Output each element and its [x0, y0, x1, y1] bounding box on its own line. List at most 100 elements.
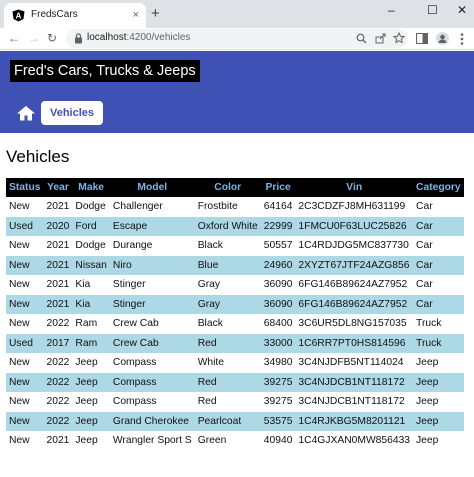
back-icon[interactable]: ← — [8, 31, 20, 45]
cell-make: Ford — [75, 220, 97, 232]
table-row: New 2021 Nissan Niro Blue 24960 2XYZT67JTF24AZ… — [6, 255, 464, 275]
close-window-icon[interactable]: ✕ — [457, 3, 467, 17]
column-header-year: Year — [47, 182, 69, 193]
browser-tab[interactable]: A FredsCars × — [4, 3, 146, 28]
cell-model: Crew Cab — [112, 318, 159, 330]
table-row: New 2022 Jeep Compass White 34980 3C4NJDFB5NT1… — [6, 353, 464, 373]
cell-status: New — [9, 298, 30, 310]
cell-make: Ram — [75, 337, 98, 349]
cell-vin: 1C4RDJDG5MC837730 — [298, 240, 409, 252]
table-row: Used 2020 Ford Escape Oxford White 22999 1FMCU… — [6, 216, 464, 236]
url-path: :4200/vehicles — [126, 32, 191, 43]
forward-icon[interactable]: → — [28, 31, 40, 45]
cell-status: Used — [9, 220, 34, 232]
app-header: Fred's Cars, Trucks & Jeeps Vehicles — [0, 51, 474, 133]
lock-icon — [75, 33, 82, 44]
table-body: New 2021 Dodge Challenger Frostbite 64164 2C3C… — [6, 197, 464, 451]
table-row: New 2022 Jeep Compass Red 39275 3C4NJDCB1NT118… — [6, 392, 464, 412]
cell-vin: 2C3CDZFJ8MH631199 — [298, 201, 406, 213]
cell-year: 2021 — [46, 259, 70, 271]
cell-make: Dodge — [75, 240, 106, 252]
star-icon[interactable] — [393, 32, 405, 44]
cell-price: 39275 — [263, 376, 293, 388]
table-row: New 2022 Ram Crew Cab Black 68400 3C6UR5DL8NG1… — [6, 314, 464, 334]
tab-close-icon[interactable]: × — [133, 8, 139, 22]
cell-make: Dodge — [75, 201, 106, 213]
new-tab-button[interactable]: + — [151, 5, 160, 22]
cell-year: 2022 — [46, 376, 70, 388]
cell-status: New — [9, 415, 30, 427]
cell-make: Kia — [75, 298, 91, 310]
cell-category: Jeep — [416, 357, 439, 369]
column-header-price: Price — [265, 182, 291, 193]
column-header-vin: Vin — [346, 182, 363, 193]
column-header-status: Status — [9, 182, 41, 193]
cell-vin: 1C6RR7PT0HS814596 — [298, 337, 406, 349]
cell-price: 33000 — [263, 337, 293, 349]
cell-model: Durange — [112, 240, 153, 252]
zoom-icon[interactable] — [356, 33, 367, 44]
cell-model: Stinger — [112, 279, 146, 291]
address-bar[interactable]: localhost:4200/vehicles — [66, 29, 408, 48]
cell-year: 2021 — [46, 201, 70, 213]
cell-category: Car — [416, 240, 433, 252]
cell-vin: 2XYZT67JTF24AZG856 — [298, 259, 410, 271]
cell-make: Jeep — [75, 435, 98, 447]
cell-model: Escape — [112, 220, 148, 232]
vehicles-table: Status Year Make Model Color Price Vin Category… — [6, 178, 464, 451]
share-icon[interactable] — [375, 33, 386, 44]
cell-model: Stinger — [112, 298, 146, 310]
minimize-icon[interactable]: – — [388, 3, 395, 17]
cell-year: 2020 — [46, 220, 70, 232]
cell-status: New — [9, 318, 30, 330]
cell-year: 2021 — [46, 279, 70, 291]
cell-color: White — [197, 357, 225, 369]
menu-icon[interactable] — [460, 33, 464, 45]
cell-category: Car — [416, 220, 433, 232]
cell-status: New — [9, 279, 30, 291]
angular-favicon-icon: A — [12, 9, 25, 22]
cell-make: Ram — [75, 318, 98, 330]
column-header-category: Category — [416, 182, 461, 193]
cell-year: 2021 — [46, 298, 70, 310]
cell-vin: 1FMCU0F63LUC25826 — [298, 220, 407, 232]
cell-status: New — [9, 376, 30, 388]
cell-color: Red — [197, 396, 217, 408]
table-row: New 2022 Jeep Grand Cherokee Pearlcoat 53575 1… — [6, 411, 464, 431]
cell-color: Oxford White — [197, 220, 258, 232]
cell-year: 2017 — [46, 337, 70, 349]
cell-color: Red — [197, 376, 217, 388]
column-header-model: Model — [137, 182, 168, 193]
sidepanel-icon[interactable] — [416, 33, 428, 44]
vehicles-nav-button[interactable]: Vehicles — [41, 101, 103, 125]
cell-vin: 3C4NJDCB1NT118172 — [298, 396, 405, 408]
cell-status: New — [9, 240, 30, 252]
browser-tabstrip: A FredsCars × + – ☐ ✕ — [0, 0, 474, 28]
cell-make: Nissan — [75, 259, 107, 271]
home-icon[interactable] — [16, 105, 36, 121]
cell-year: 2022 — [46, 357, 70, 369]
cell-category: Jeep — [416, 415, 439, 427]
maximize-icon[interactable]: ☐ — [427, 3, 438, 17]
cell-price: 40940 — [263, 435, 293, 447]
table-row: New 2022 Jeep Compass Red 39275 3C4NJDCB1NT118… — [6, 372, 464, 392]
cell-color: Frostbite — [197, 201, 238, 213]
cell-make: Jeep — [75, 415, 98, 427]
cell-make: Kia — [75, 279, 91, 291]
column-header-color: Color — [214, 182, 242, 193]
cell-category: Car — [416, 259, 433, 271]
cell-make: Jeep — [75, 376, 98, 388]
cell-status: New — [9, 435, 30, 447]
svg-text:A: A — [16, 12, 22, 21]
cell-vin: 3C4NJDCB1NT118172 — [298, 376, 405, 388]
cell-price: 24960 — [263, 259, 293, 271]
reload-icon[interactable]: ↻ — [47, 31, 57, 45]
url-host: localhost — [87, 32, 127, 43]
cell-model: Crew Cab — [112, 337, 159, 349]
cell-status: Used — [9, 337, 34, 349]
cell-category: Car — [416, 201, 433, 213]
cell-status: New — [9, 201, 30, 213]
cell-price: 34980 — [263, 357, 293, 369]
profile-icon[interactable] — [436, 32, 449, 45]
cell-price: 39275 — [263, 396, 293, 408]
